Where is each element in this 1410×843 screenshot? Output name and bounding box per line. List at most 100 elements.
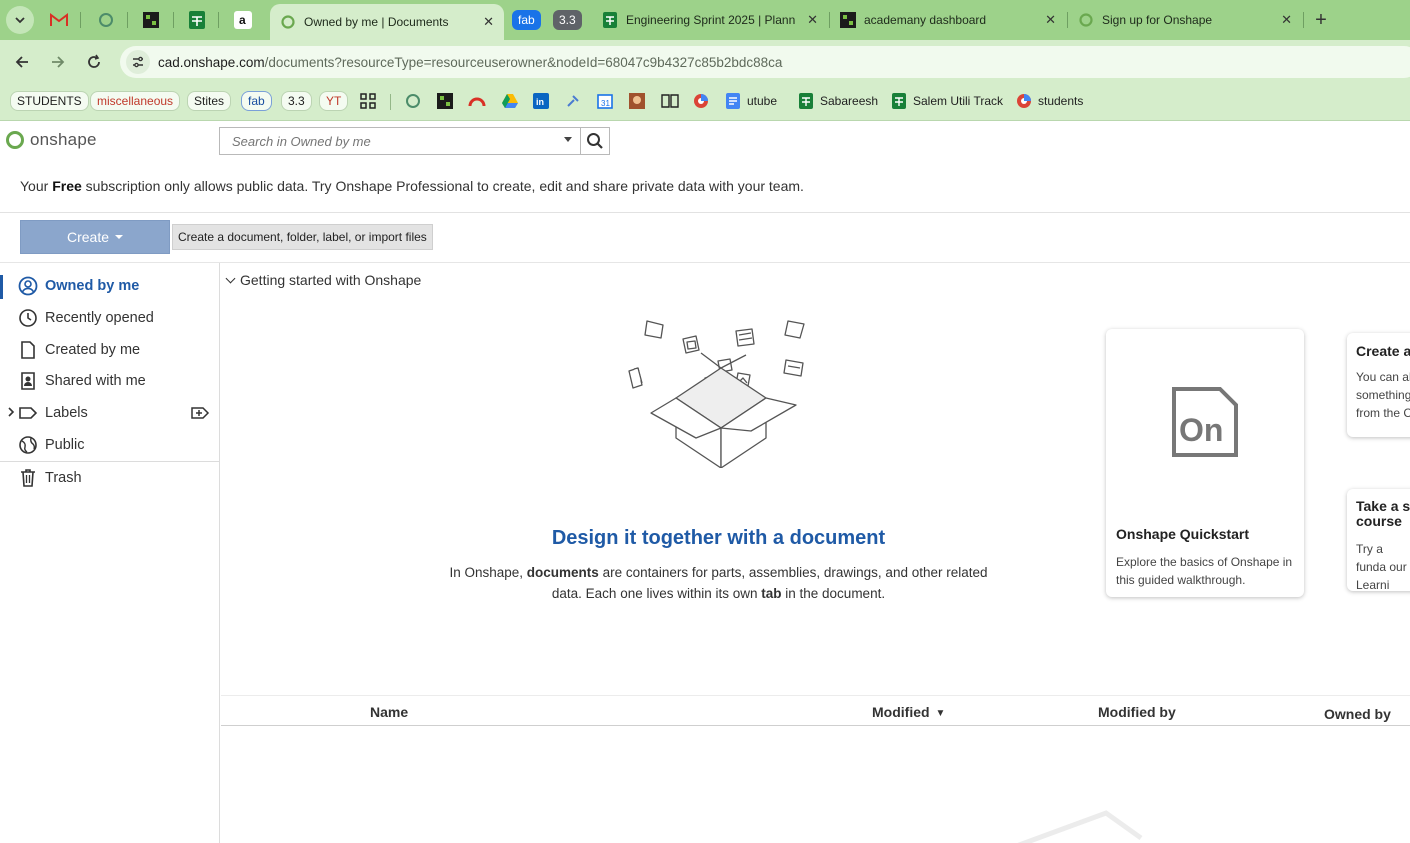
bookmark-utube[interactable]: utube bbox=[725, 91, 777, 111]
caret-down-icon bbox=[115, 235, 124, 239]
tab-group-3-3[interactable]: 3.3 bbox=[553, 10, 582, 30]
quickstart-card[interactable]: On Onshape Quickstart Explore the basics… bbox=[1106, 329, 1304, 597]
sidebar-item-public[interactable]: Public bbox=[0, 430, 219, 460]
search-dropdown-icon[interactable] bbox=[564, 137, 572, 142]
bookmark-site[interactable] bbox=[501, 91, 519, 111]
reload-button[interactable] bbox=[82, 50, 106, 74]
card-title: Onshape Quickstart bbox=[1116, 526, 1250, 542]
search-input[interactable] bbox=[220, 133, 540, 149]
forward-button[interactable] bbox=[46, 50, 70, 74]
book-icon bbox=[661, 94, 679, 108]
close-tab-icon[interactable]: ✕ bbox=[1045, 12, 1056, 28]
pinned-tab-mail[interactable] bbox=[46, 8, 72, 32]
bookmark-apps[interactable] bbox=[360, 91, 376, 111]
fablab-logo-icon bbox=[143, 12, 159, 28]
bookmark-salem-utili-track[interactable]: Salem Utili Track bbox=[891, 91, 1003, 111]
bookmark-site[interactable] bbox=[437, 91, 453, 111]
bookmark-folder[interactable]: miscellaneous bbox=[90, 91, 181, 111]
hero-text-part: in the document. bbox=[781, 586, 886, 601]
add-label-icon[interactable] bbox=[191, 404, 211, 422]
hero-text-bold: documents bbox=[526, 565, 599, 580]
back-button[interactable] bbox=[10, 50, 34, 74]
speedometer-icon bbox=[468, 97, 486, 107]
amazon-icon: a bbox=[234, 11, 252, 29]
hero-text-part: In Onshape, bbox=[449, 565, 527, 580]
create-button[interactable]: Create bbox=[20, 220, 170, 254]
bookmark-site[interactable]: 31 bbox=[597, 91, 613, 111]
column-header-modified-by[interactable]: Modified by bbox=[1098, 704, 1176, 720]
bookmark-folder[interactable]: Stites bbox=[187, 91, 232, 111]
bookmark-label: YT bbox=[326, 94, 342, 108]
site-settings-icon[interactable] bbox=[126, 50, 150, 74]
bookmark-site[interactable] bbox=[468, 91, 486, 111]
notice-prefix: Your bbox=[20, 178, 53, 194]
tools-icon bbox=[567, 95, 579, 107]
pinned-tab-fablab[interactable] bbox=[138, 8, 164, 32]
pinned-tab-amazon[interactable]: a bbox=[230, 8, 256, 32]
fablab-logo-icon bbox=[437, 93, 453, 109]
logo-text: onshape bbox=[30, 130, 97, 149]
bookmark-site[interactable] bbox=[693, 91, 709, 111]
bookmark-site[interactable] bbox=[661, 91, 679, 111]
bookmark-label: Sabareesh bbox=[820, 94, 879, 108]
sheets-icon bbox=[891, 93, 907, 109]
bookmark-folder[interactable]: 3.3 bbox=[281, 91, 312, 111]
sidebar-item-label: Recently opened bbox=[45, 310, 154, 326]
tab-search-button[interactable] bbox=[6, 6, 34, 34]
sidebar: Owned by me Recently opened Created by m… bbox=[0, 263, 220, 843]
create-document-card[interactable]: Create a You can al something from the C bbox=[1347, 333, 1410, 437]
bookmark-site[interactable] bbox=[565, 91, 581, 111]
pinned-tab-sheets[interactable] bbox=[184, 8, 210, 32]
column-header-owned-by[interactable]: Owned by bbox=[1324, 706, 1391, 722]
bookmark-folder[interactable]: STUDENTS bbox=[10, 91, 89, 111]
tab-group-fab[interactable]: fab bbox=[512, 10, 541, 30]
new-tab-button[interactable]: + bbox=[1309, 8, 1333, 32]
chevron-down-icon bbox=[15, 17, 25, 24]
subscription-notice: Your Free subscription only allows publi… bbox=[20, 178, 804, 194]
user-circle-icon bbox=[18, 276, 38, 296]
sidebar-item-created-by-me[interactable]: Created by me bbox=[0, 335, 219, 365]
bookmark-sabareesh[interactable]: Sabareesh bbox=[798, 91, 878, 111]
column-header-name[interactable]: Name bbox=[370, 704, 408, 720]
bookmark-label: 3.3 bbox=[288, 94, 305, 108]
pinned-tab-chatgpt[interactable] bbox=[93, 8, 119, 32]
divider bbox=[0, 212, 1410, 213]
sidebar-item-labels[interactable]: Labels bbox=[0, 398, 219, 428]
bookmark-students[interactable]: students bbox=[1016, 91, 1083, 111]
chevron-right-icon[interactable] bbox=[7, 406, 15, 420]
notice-suffix: subscription only allows public data. Tr… bbox=[81, 178, 804, 194]
sidebar-item-label: Owned by me bbox=[45, 278, 140, 294]
search-button[interactable] bbox=[581, 127, 610, 155]
bookmark-label: students bbox=[1038, 94, 1084, 108]
tab-academany-dashboard[interactable]: academany dashboard ✕ bbox=[830, 4, 1066, 36]
sidebar-item-shared-with-me[interactable]: Shared with me bbox=[0, 366, 219, 396]
getting-started-toggle[interactable]: Getting started with Onshape bbox=[225, 272, 421, 288]
sidebar-item-owned-by-me[interactable]: Owned by me bbox=[0, 271, 219, 301]
bookmark-label: Stites bbox=[194, 94, 225, 108]
address-bar[interactable]: cad.onshape.com/documents?resourceType=r… bbox=[120, 46, 1410, 78]
close-tab-icon[interactable]: ✕ bbox=[1281, 12, 1292, 28]
bookmark-site[interactable]: in bbox=[533, 91, 549, 111]
bookmark-label: fab bbox=[248, 94, 265, 108]
tab-engineering-sprint[interactable]: Engineering Sprint 2025 | Plann ✕ bbox=[592, 4, 828, 36]
sidebar-item-recently-opened[interactable]: Recently opened bbox=[0, 303, 219, 333]
card-title: Take a s course bbox=[1356, 498, 1410, 529]
close-tab-icon[interactable]: ✕ bbox=[807, 12, 818, 28]
bookmark-site[interactable] bbox=[629, 91, 645, 111]
onshape-favicon-icon bbox=[280, 14, 296, 30]
documents-table-header: Name Modified ▼ Modified by Owned by bbox=[221, 695, 1410, 726]
bookmark-label: utube bbox=[747, 94, 778, 108]
bookmark-folder[interactable]: fab bbox=[241, 91, 272, 111]
bookmark-folder[interactable]: YT bbox=[319, 91, 349, 111]
onshape-logo[interactable]: onshape bbox=[6, 130, 97, 150]
tab-sign-up-onshape[interactable]: Sign up for Onshape ✕ bbox=[1068, 4, 1302, 36]
learning-course-card[interactable]: Take a s course Try a funda our Learni bbox=[1347, 489, 1410, 591]
url-host: cad.onshape.com bbox=[158, 54, 265, 70]
open-box-illustration bbox=[628, 320, 805, 468]
bookmark-site[interactable] bbox=[405, 91, 421, 111]
sidebar-item-trash[interactable]: Trash bbox=[0, 463, 219, 493]
close-tab-icon[interactable]: ✕ bbox=[483, 14, 494, 30]
column-header-label: Modified bbox=[872, 704, 930, 720]
tab-owned-by-me[interactable]: Owned by me | Documents ✕ bbox=[270, 4, 504, 40]
column-header-modified[interactable]: Modified ▼ bbox=[872, 704, 945, 720]
